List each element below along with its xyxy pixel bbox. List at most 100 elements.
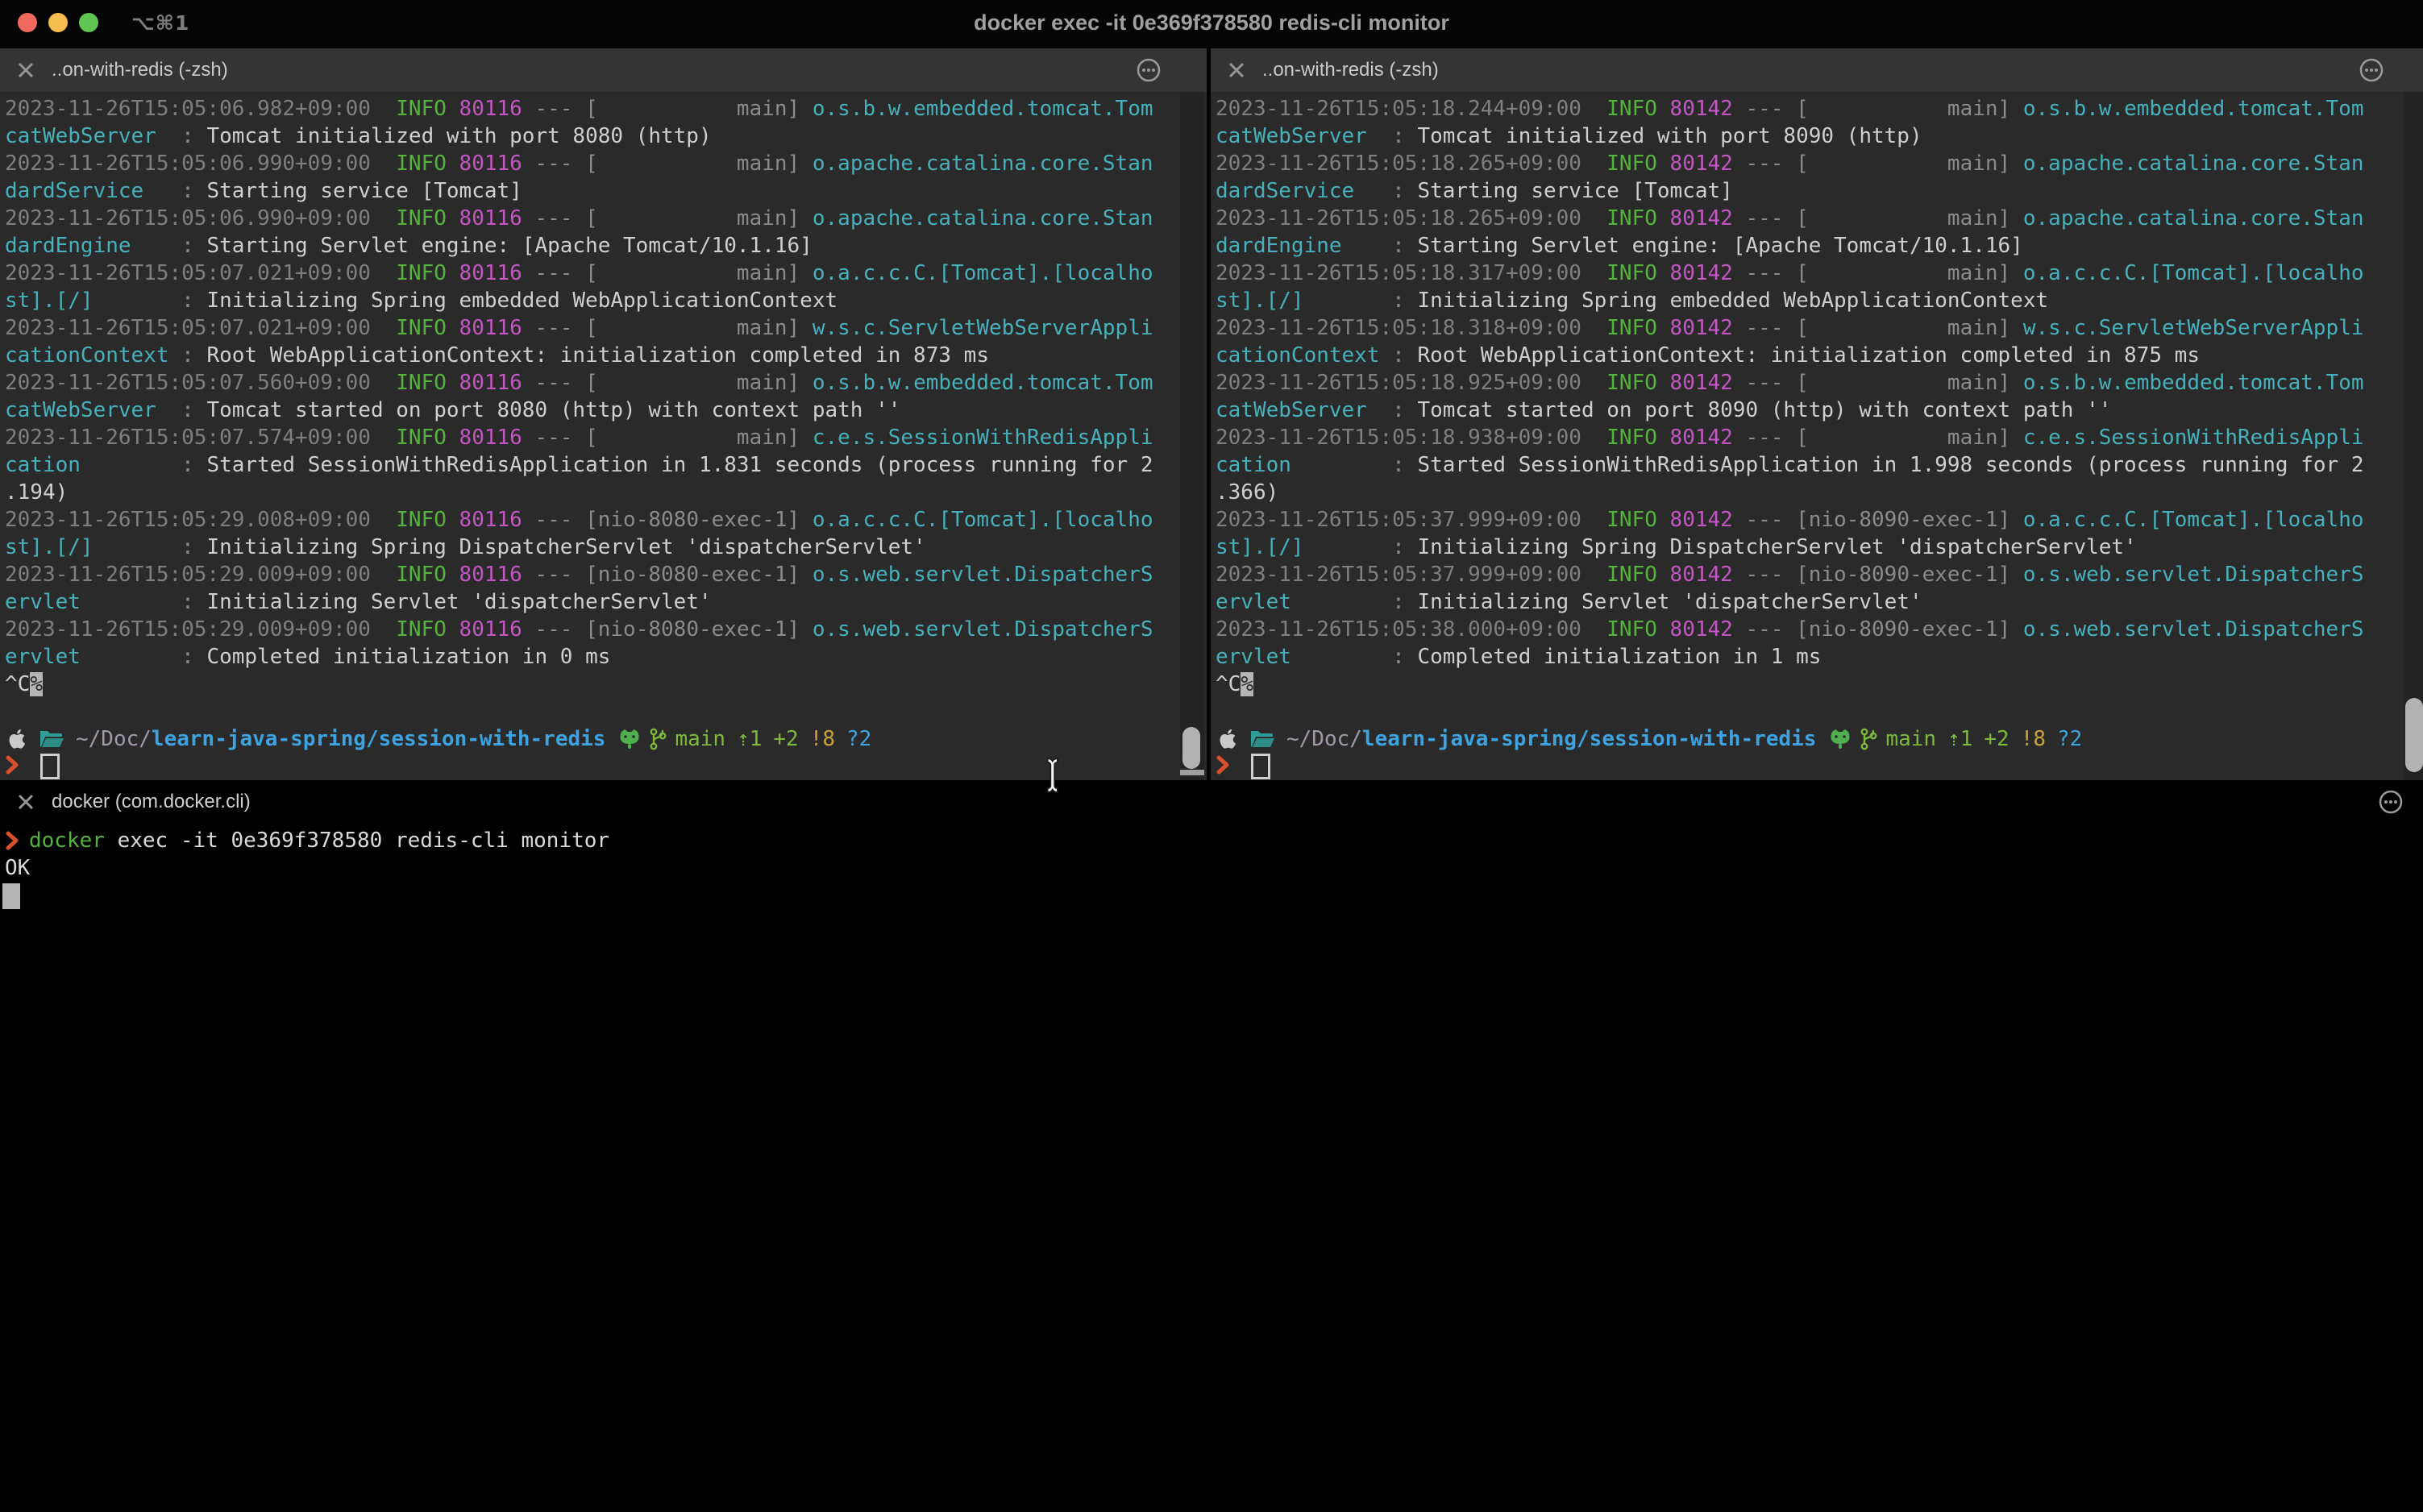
window-titlebar: ⌥⌘1 docker exec -it 0e369f378580 redis-c… (0, 0, 2423, 48)
shell-prompt-left: ~/Doc/ learn-java-spring/session-with-re… (0, 725, 1207, 753)
pane-menu-icon[interactable] (2359, 57, 2384, 83)
terminal-cursor-line[interactable] (0, 882, 2423, 909)
git-staged-count: +2 (1984, 727, 2009, 751)
pane-header-left: ..on-with-redis (-zsh) (0, 48, 1207, 92)
terminal-line: OK (5, 854, 2423, 882)
apple-icon (5, 727, 27, 751)
terminal-output-bottom[interactable]: OK (0, 854, 2423, 882)
git-branch-icon (1860, 727, 1877, 751)
terminal-pane-top-right[interactable]: ..on-with-redis (-zsh) 2023-11-26T15:05:… (1211, 48, 2423, 780)
git-untracked-count: ?2 (846, 727, 871, 751)
prompt-path: learn-java-spring/session-with-redis (1362, 727, 1817, 751)
prompt-input-line-right[interactable] (1211, 753, 2423, 780)
pane-menu-icon[interactable] (1136, 57, 1162, 83)
terminal-line: 2023-11-26T15:05:18.244+09:00 INFO 80142… (1216, 95, 2423, 123)
terminal-line (5, 698, 1207, 725)
octocat-icon (618, 729, 641, 750)
terminal-line: catWebServer : Tomcat started on port 80… (5, 397, 1207, 424)
terminal-line: 2023-11-26T15:05:06.990+09:00 INFO 80116… (5, 150, 1207, 177)
scrollbar-track[interactable] (1180, 92, 1204, 780)
terminal-cursor-hollow (1251, 754, 1270, 779)
terminal-line: cation : Started SessionWithRedisApplica… (5, 451, 1207, 479)
git-staged-count: +2 (773, 727, 798, 751)
git-modified-count: !8 (2021, 727, 2046, 751)
terminal-line: dardService : Starting service [Tomcat] (5, 177, 1207, 205)
terminal-line: 2023-11-26T15:05:18.938+09:00 INFO 80142… (1216, 424, 2423, 451)
pane-menu-icon[interactable] (2378, 789, 2404, 815)
terminal-line: ervlet : Completed initialization in 1 m… (1216, 643, 2423, 671)
terminal-line: dardService : Starting service [Tomcat] (1216, 177, 2423, 205)
mouse-cursor-ibeam (1041, 756, 1064, 799)
terminal-output-right[interactable]: 2023-11-26T15:05:18.244+09:00 INFO 80142… (1211, 92, 2423, 725)
command-args: exec -it 0e369f378580 redis-cli monitor (105, 829, 609, 853)
scrollbar-thumb[interactable] (1182, 727, 1200, 769)
close-pane-icon[interactable] (15, 59, 37, 81)
octocat-icon (1829, 729, 1852, 750)
terminal-line: st].[/] : Initializing Spring Dispatcher… (1216, 534, 2423, 561)
terminal-line: ervlet : Initializing Servlet 'dispatche… (1216, 588, 2423, 616)
prompt-path: learn-java-spring/session-with-redis (152, 727, 606, 751)
close-pane-icon[interactable] (1225, 59, 1248, 81)
terminal-line: 2023-11-26T15:05:06.990+09:00 INFO 80116… (5, 205, 1207, 232)
terminal-line: 2023-11-26T15:05:37.999+09:00 INFO 80142… (1216, 506, 2423, 534)
scrollbar-track[interactable] (2404, 92, 2423, 780)
git-ahead-count: ⇡1 (1947, 727, 1972, 751)
terminal-line: 2023-11-26T15:05:18.925+09:00 INFO 80142… (1216, 369, 2423, 397)
apple-icon (1216, 727, 1238, 751)
terminal-line: st].[/] : Initializing Spring Dispatcher… (5, 534, 1207, 561)
prompt-path-prefix: ~/Doc/ (76, 727, 152, 751)
terminal-cursor-solid (2, 883, 20, 909)
folder-open-icon (1249, 728, 1275, 750)
prompt-chevron-icon (5, 754, 21, 780)
terminal-line: 2023-11-26T15:05:38.000+09:00 INFO 80142… (1216, 616, 2423, 643)
terminal-line: 2023-11-26T15:05:29.009+09:00 INFO 80116… (5, 561, 1207, 588)
prompt-path-prefix: ~/Doc/ (1286, 727, 1362, 751)
prompt-chevron-icon (1216, 754, 1232, 780)
terminal-line: cation : Started SessionWithRedisApplica… (1216, 451, 2423, 479)
folder-open-icon (39, 728, 64, 750)
terminal-line: 2023-11-26T15:05:29.009+09:00 INFO 80116… (5, 616, 1207, 643)
terminal-line: st].[/] : Initializing Spring embedded W… (1216, 287, 2423, 314)
terminal-line: 2023-11-26T15:05:18.265+09:00 INFO 80142… (1216, 205, 2423, 232)
terminal-line: ervlet : Completed initialization in 0 m… (5, 643, 1207, 671)
git-ahead-count: ⇡1 (737, 727, 762, 751)
pane-tab-title: docker (com.docker.cli) (52, 791, 251, 813)
terminal-line: 2023-11-26T15:05:18.317+09:00 INFO 80142… (1216, 260, 2423, 287)
terminal-line: dardEngine : Starting Servlet engine: [A… (1216, 232, 2423, 260)
scrollbar-foot (1180, 770, 1204, 775)
terminal-line: 2023-11-26T15:05:07.574+09:00 INFO 80116… (5, 424, 1207, 451)
command-line: docker exec -it 0e369f378580 redis-cli m… (0, 827, 2423, 854)
terminal-line: 2023-11-26T15:05:07.560+09:00 INFO 80116… (5, 369, 1207, 397)
terminal-line: ^C% (5, 671, 1207, 698)
terminal-line: cationContext : Root WebApplicationConte… (1216, 342, 2423, 369)
terminal-line: 2023-11-26T15:05:06.982+09:00 INFO 80116… (5, 95, 1207, 123)
terminal-line: catWebServer : Tomcat started on port 80… (1216, 397, 2423, 424)
git-branch-icon (649, 727, 667, 751)
shell-prompt-right: ~/Doc/ learn-java-spring/session-with-re… (1211, 725, 2423, 753)
git-modified-count: !8 (810, 727, 835, 751)
terminal-line: 2023-11-26T15:05:07.021+09:00 INFO 80116… (5, 260, 1207, 287)
scrollbar-thumb[interactable] (2405, 698, 2423, 772)
prompt-chevron-icon (5, 829, 21, 852)
window-title: docker exec -it 0e369f378580 redis-cli m… (0, 10, 2423, 35)
terminal-line: ^C% (1216, 671, 2423, 698)
prompt-input-line-left[interactable] (0, 753, 1207, 780)
pane-tab-title: ..on-with-redis (-zsh) (52, 59, 228, 81)
pane-header-bottom: docker (com.docker.cli) (0, 780, 2423, 824)
terminal-pane-bottom[interactable]: docker (com.docker.cli) docker exec -it … (0, 780, 2423, 1512)
terminal-pane-top-left[interactable]: ..on-with-redis (-zsh) 2023-11-26T15:05:… (0, 48, 1207, 780)
terminal-line: 2023-11-26T15:05:37.999+09:00 INFO 80142… (1216, 561, 2423, 588)
terminal-line (1216, 698, 2423, 725)
terminal-line: st].[/] : Initializing Spring embedded W… (5, 287, 1207, 314)
terminal-line: dardEngine : Starting Servlet engine: [A… (5, 232, 1207, 260)
terminal-line: .194) (5, 479, 1207, 506)
terminal-line: 2023-11-26T15:05:29.008+09:00 INFO 80116… (5, 506, 1207, 534)
close-pane-icon[interactable] (15, 791, 37, 813)
terminal-cursor-hollow (40, 754, 60, 779)
terminal-line: .366) (1216, 479, 2423, 506)
terminal-line: 2023-11-26T15:05:18.265+09:00 INFO 80142… (1216, 150, 2423, 177)
git-untracked-count: ?2 (2057, 727, 2082, 751)
terminal-output-left[interactable]: 2023-11-26T15:05:06.982+09:00 INFO 80116… (0, 92, 1207, 725)
terminal-line: catWebServer : Tomcat initialized with p… (5, 123, 1207, 150)
pane-header-right: ..on-with-redis (-zsh) (1211, 48, 2423, 92)
